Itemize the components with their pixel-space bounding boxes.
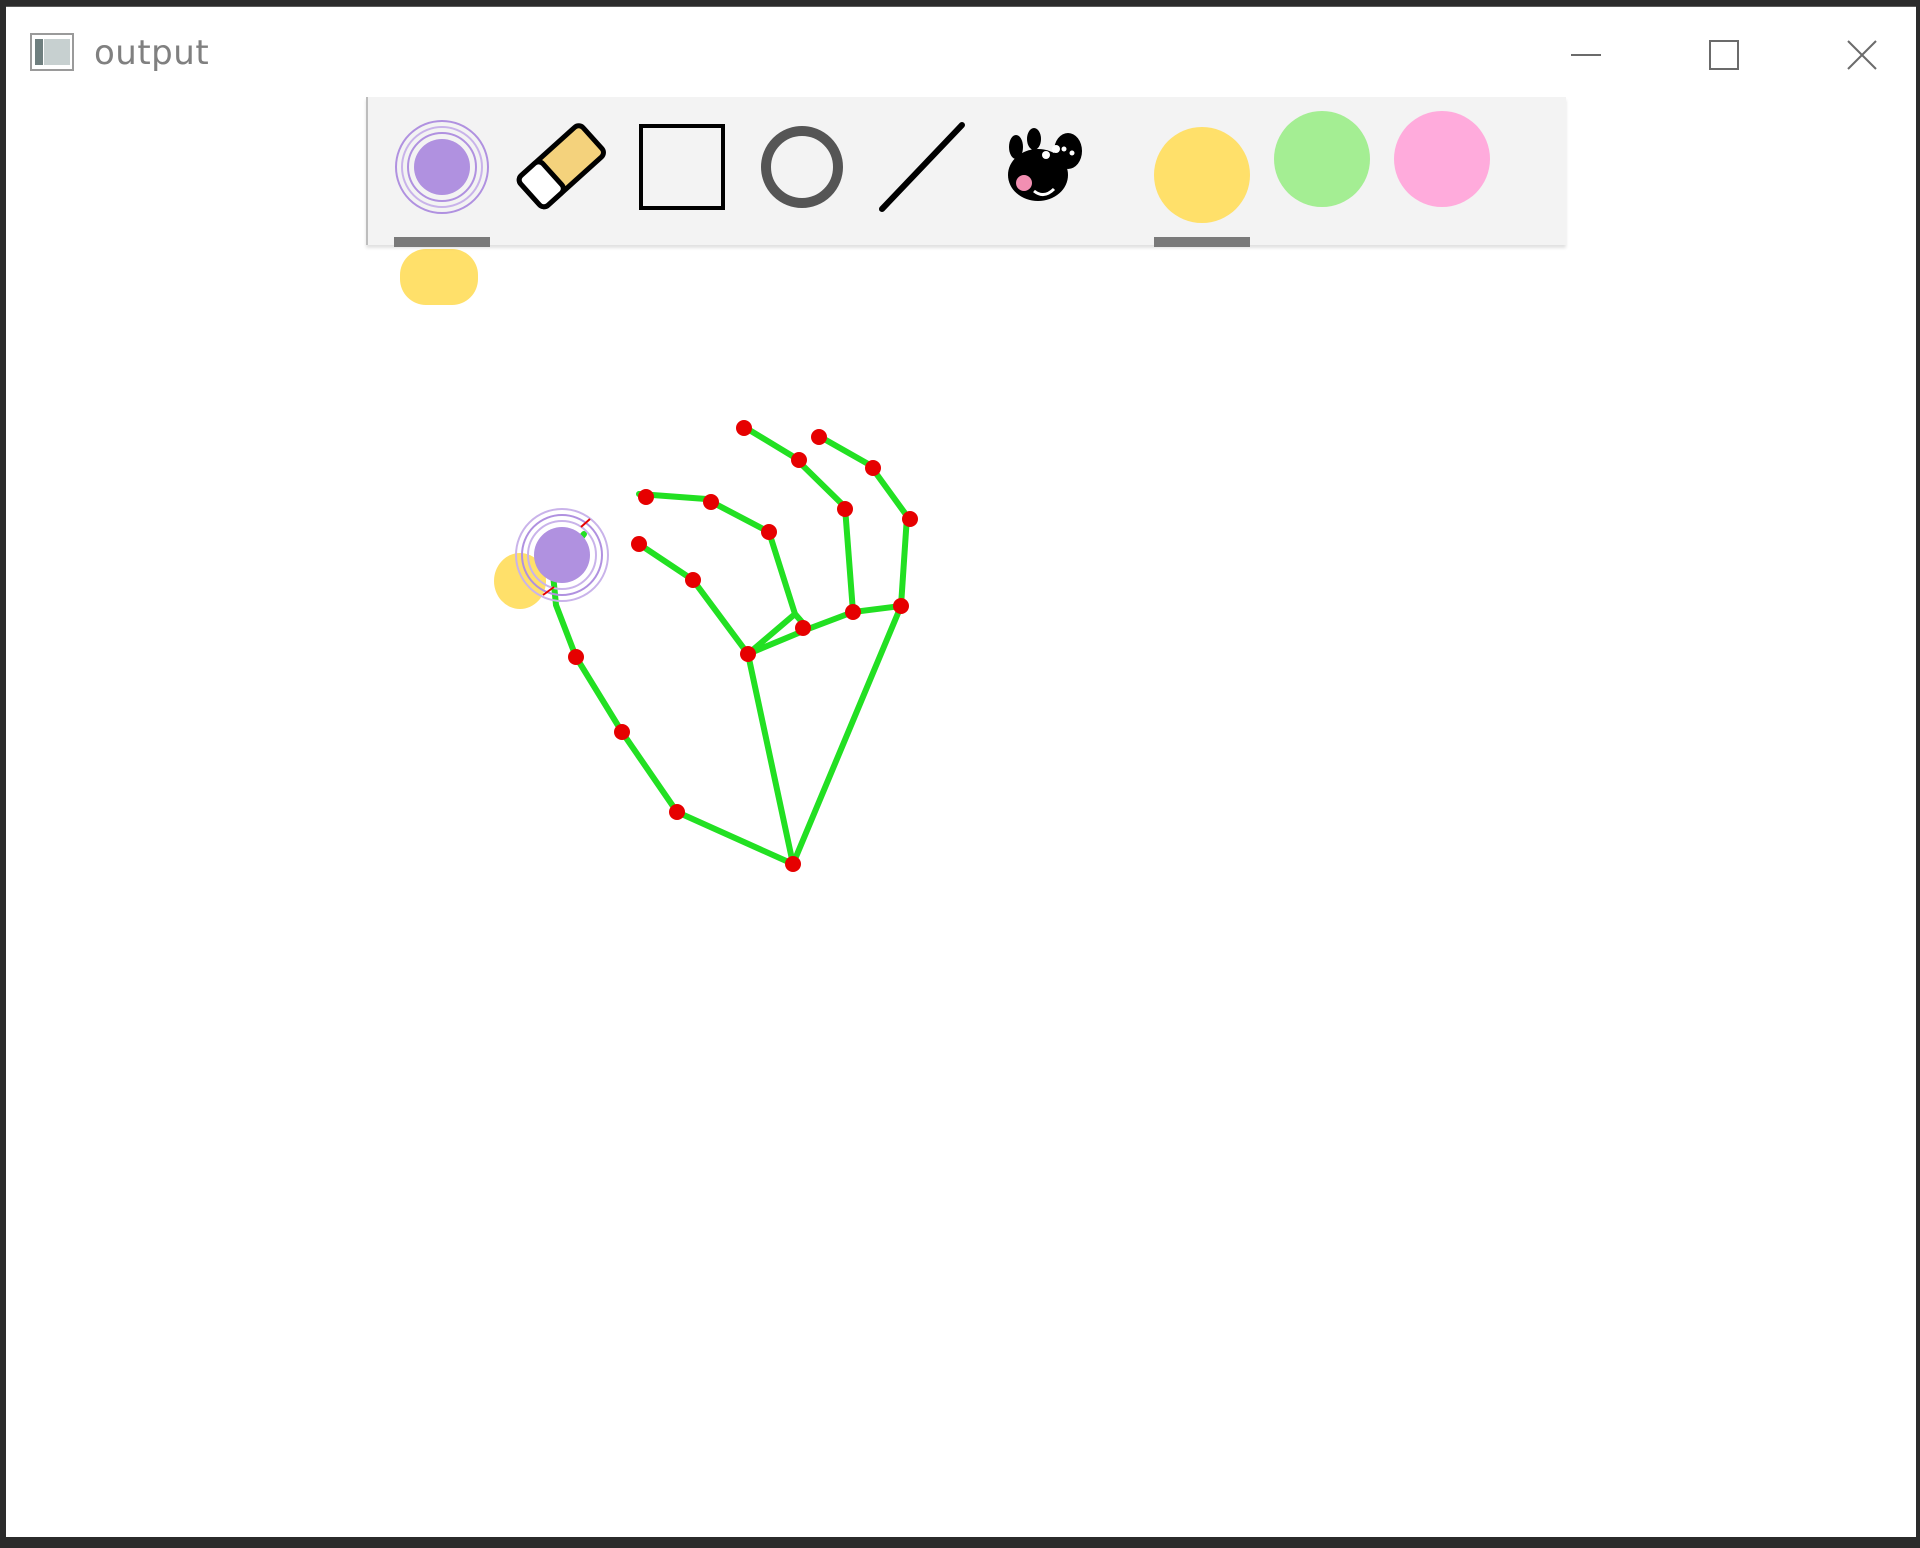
landmark-point xyxy=(703,494,719,510)
selected-tool-indicator xyxy=(394,237,490,247)
landmark-point xyxy=(811,429,827,445)
eraser-icon xyxy=(516,123,606,210)
landmark-point xyxy=(740,646,756,662)
landmark-point xyxy=(761,524,777,540)
line-icon xyxy=(879,122,965,212)
circle-icon xyxy=(761,126,843,208)
toolbar xyxy=(366,97,1566,247)
landmark-point xyxy=(685,572,701,588)
eraser-tool[interactable] xyxy=(514,119,610,215)
color-swatch-green[interactable] xyxy=(1274,111,1370,207)
color-swatch-pink[interactable] xyxy=(1394,111,1490,207)
selected-color-indicator xyxy=(1154,237,1250,247)
landmark-point xyxy=(631,536,647,552)
peppa-pig-icon xyxy=(1008,128,1082,201)
landmark-point xyxy=(568,649,584,665)
landmark-point xyxy=(614,724,630,740)
brush-target-icon xyxy=(395,120,489,214)
landmark-point xyxy=(865,460,881,476)
landmark-point xyxy=(902,511,918,527)
landmark-point xyxy=(837,501,853,517)
yellow-swatch-icon xyxy=(1154,127,1250,223)
circle-tool[interactable] xyxy=(754,119,850,215)
landmark-point xyxy=(845,604,861,620)
pink-swatch-icon xyxy=(1394,111,1490,207)
landmark-point xyxy=(736,420,752,436)
landmark-point xyxy=(893,598,909,614)
brush-cursor xyxy=(515,508,609,602)
color-swatch-yellow[interactable] xyxy=(1154,127,1250,223)
peppa-pig-stamp-tool[interactable] xyxy=(994,119,1090,215)
rectangle-icon xyxy=(639,124,725,210)
rectangle-tool[interactable] xyxy=(634,119,730,215)
landmark-point xyxy=(638,489,654,505)
landmark-point xyxy=(669,804,685,820)
landmark-point xyxy=(785,856,801,872)
line-tool[interactable] xyxy=(874,119,970,215)
green-swatch-icon xyxy=(1274,111,1370,207)
app-window: output xyxy=(6,6,1916,1537)
brush-tool[interactable] xyxy=(394,119,490,215)
painted-stroke xyxy=(400,249,478,305)
hand-skeleton xyxy=(549,422,911,867)
landmark-point xyxy=(791,452,807,468)
landmark-point xyxy=(795,620,811,636)
